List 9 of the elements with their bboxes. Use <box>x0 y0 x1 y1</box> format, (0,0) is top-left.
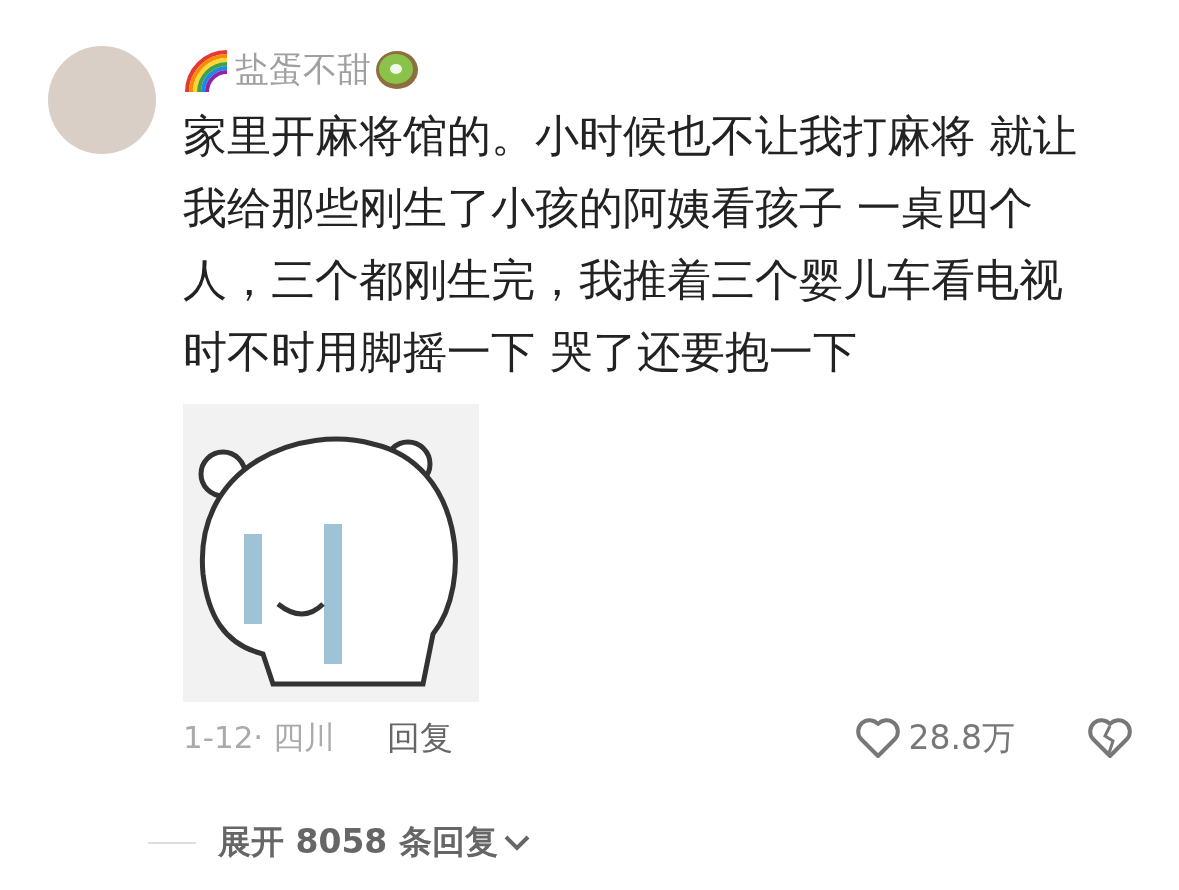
broken-heart-icon <box>1087 717 1133 759</box>
kiwi-icon <box>375 50 419 90</box>
dislike-button[interactable] <box>1087 717 1133 759</box>
like-button[interactable]: 28.8万 <box>854 715 1015 761</box>
expand-replies-button[interactable]: 展开 8058 条回复 <box>218 820 532 865</box>
date-location: 1-12· 四川 <box>183 718 336 757</box>
heart-icon <box>854 717 901 759</box>
comment-text: 家里开麻将馆的。小时候也不让我打麻将 就让我给那些刚生了小孩的阿姨看孩子 一桌四个人，三个都刚生完，我推着三个婴儿车看电视时不时用脚摇一下 哭了还要抱一下 <box>183 109 1078 379</box>
reply-button[interactable]: 回复 <box>387 715 454 761</box>
